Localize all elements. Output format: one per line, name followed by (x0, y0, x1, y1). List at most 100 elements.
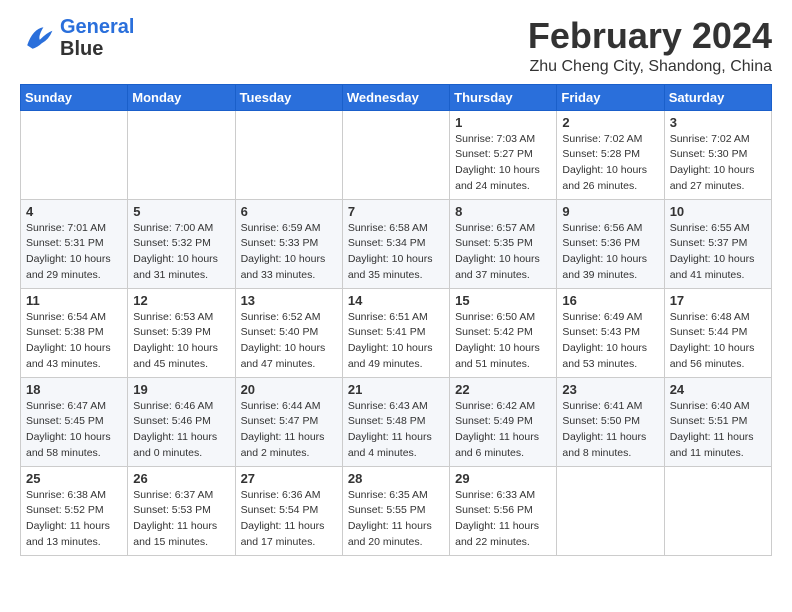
calendar-cell: 8 Sunrise: 6:57 AMSunset: 5:35 PMDaylight… (450, 199, 557, 288)
day-info: Sunrise: 7:00 AMSunset: 5:32 PMDaylight:… (133, 221, 229, 284)
day-info: Sunrise: 6:56 AMSunset: 5:36 PMDaylight:… (562, 221, 658, 284)
weekday-header-sunday: Sunday (21, 84, 128, 110)
calendar-cell: 10 Sunrise: 6:55 AMSunset: 5:37 PMDayligh… (664, 199, 771, 288)
calendar-cell: 29 Sunrise: 6:33 AMSunset: 5:56 PMDayligh… (450, 466, 557, 555)
day-info: Sunrise: 6:41 AMSunset: 5:50 PMDaylight:… (562, 399, 658, 462)
calendar-cell: 15Sunrise: 6:50 AMSunset: 5:42 PMDayligh… (450, 288, 557, 377)
day-number: 24 (670, 382, 766, 397)
calendar-cell (128, 110, 235, 199)
day-number: 10 (670, 204, 766, 219)
calendar-cell: 22 Sunrise: 6:42 AMSunset: 5:49 PMDayligh… (450, 377, 557, 466)
day-info: Sunrise: 7:01 AMSunset: 5:31 PMDaylight:… (26, 221, 122, 284)
day-number: 23 (562, 382, 658, 397)
day-number: 3 (670, 115, 766, 130)
calendar-cell: 25 Sunrise: 6:38 AMSunset: 5:52 PMDayligh… (21, 466, 128, 555)
day-number: 21 (348, 382, 444, 397)
weekday-header-wednesday: Wednesday (342, 84, 449, 110)
calendar-cell: 19 Sunrise: 6:46 AMSunset: 5:46 PMDayligh… (128, 377, 235, 466)
calendar-cell: 17 Sunrise: 6:48 AMSunset: 5:44 PMDayligh… (664, 288, 771, 377)
day-number: 13 (241, 293, 337, 308)
calendar-body: 1 Sunrise: 7:03 AMSunset: 5:27 PMDaylight… (21, 110, 772, 555)
day-info: Sunrise: 6:37 AMSunset: 5:53 PMDaylight:… (133, 488, 229, 551)
calendar-cell: 9Sunrise: 6:56 AMSunset: 5:36 PMDaylight… (557, 199, 664, 288)
day-info: Sunrise: 6:33 AMSunset: 5:56 PMDaylight:… (455, 488, 551, 551)
day-number: 12 (133, 293, 229, 308)
day-info: Sunrise: 6:48 AMSunset: 5:44 PMDaylight:… (670, 310, 766, 373)
calendar-cell: 18 Sunrise: 6:47 AMSunset: 5:45 PMDayligh… (21, 377, 128, 466)
calendar-cell: 12 Sunrise: 6:53 AMSunset: 5:39 PMDayligh… (128, 288, 235, 377)
calendar-cell: 16 Sunrise: 6:49 AMSunset: 5:43 PMDayligh… (557, 288, 664, 377)
day-number: 19 (133, 382, 229, 397)
day-number: 5 (133, 204, 229, 219)
day-info: Sunrise: 6:58 AMSunset: 5:34 PMDaylight:… (348, 221, 444, 284)
day-number: 15 (455, 293, 551, 308)
day-info: Sunrise: 6:54 AMSunset: 5:38 PMDaylight:… (26, 310, 122, 373)
day-number: 17 (670, 293, 766, 308)
calendar-cell (342, 110, 449, 199)
weekday-header-monday: Monday (128, 84, 235, 110)
calendar-cell: 23 Sunrise: 6:41 AMSunset: 5:50 PMDayligh… (557, 377, 664, 466)
day-info: Sunrise: 7:02 AMSunset: 5:28 PMDaylight:… (562, 132, 658, 195)
calendar-table: SundayMondayTuesdayWednesdayThursdayFrid… (20, 84, 772, 556)
day-number: 14 (348, 293, 444, 308)
calendar-week-row: 25 Sunrise: 6:38 AMSunset: 5:52 PMDayligh… (21, 466, 772, 555)
calendar-cell: 27Sunrise: 6:36 AMSunset: 5:54 PMDayligh… (235, 466, 342, 555)
day-number: 29 (455, 471, 551, 486)
day-number: 8 (455, 204, 551, 219)
calendar-cell: 6 Sunrise: 6:59 AMSunset: 5:33 PMDaylight… (235, 199, 342, 288)
weekday-header-tuesday: Tuesday (235, 84, 342, 110)
day-info: Sunrise: 6:55 AMSunset: 5:37 PMDaylight:… (670, 221, 766, 284)
logo: General Blue (20, 16, 134, 60)
calendar-cell: 3 Sunrise: 7:02 AMSunset: 5:30 PMDaylight… (664, 110, 771, 199)
day-number: 1 (455, 115, 551, 130)
day-number: 2 (562, 115, 658, 130)
day-number: 16 (562, 293, 658, 308)
day-info: Sunrise: 6:59 AMSunset: 5:33 PMDaylight:… (241, 221, 337, 284)
calendar-cell: 28Sunrise: 6:35 AMSunset: 5:55 PMDayligh… (342, 466, 449, 555)
weekday-header-friday: Friday (557, 84, 664, 110)
calendar-cell: 7 Sunrise: 6:58 AMSunset: 5:34 PMDaylight… (342, 199, 449, 288)
calendar-cell: 26 Sunrise: 6:37 AMSunset: 5:53 PMDayligh… (128, 466, 235, 555)
calendar-cell (664, 466, 771, 555)
calendar-cell: 20Sunrise: 6:44 AMSunset: 5:47 PMDayligh… (235, 377, 342, 466)
day-number: 22 (455, 382, 551, 397)
calendar-week-row: 18 Sunrise: 6:47 AMSunset: 5:45 PMDayligh… (21, 377, 772, 466)
weekday-header-row: SundayMondayTuesdayWednesdayThursdayFrid… (21, 84, 772, 110)
calendar-week-row: 1 Sunrise: 7:03 AMSunset: 5:27 PMDaylight… (21, 110, 772, 199)
day-number: 7 (348, 204, 444, 219)
day-info: Sunrise: 6:47 AMSunset: 5:45 PMDaylight:… (26, 399, 122, 462)
day-number: 18 (26, 382, 122, 397)
calendar-cell: 24Sunrise: 6:40 AMSunset: 5:51 PMDayligh… (664, 377, 771, 466)
calendar-cell: 13 Sunrise: 6:52 AMSunset: 5:40 PMDayligh… (235, 288, 342, 377)
day-number: 25 (26, 471, 122, 486)
day-info: Sunrise: 6:42 AMSunset: 5:49 PMDaylight:… (455, 399, 551, 462)
day-info: Sunrise: 6:49 AMSunset: 5:43 PMDaylight:… (562, 310, 658, 373)
day-info: Sunrise: 6:38 AMSunset: 5:52 PMDaylight:… (26, 488, 122, 551)
page-header: General Blue February 2024 Zhu Cheng Cit… (20, 16, 772, 76)
day-info: Sunrise: 6:51 AMSunset: 5:41 PMDaylight:… (348, 310, 444, 373)
calendar-week-row: 11 Sunrise: 6:54 AMSunset: 5:38 PMDayligh… (21, 288, 772, 377)
weekday-header-thursday: Thursday (450, 84, 557, 110)
day-info: Sunrise: 7:03 AMSunset: 5:27 PMDaylight:… (455, 132, 551, 195)
day-number: 28 (348, 471, 444, 486)
day-info: Sunrise: 6:44 AMSunset: 5:47 PMDaylight:… (241, 399, 337, 462)
calendar-cell: 11 Sunrise: 6:54 AMSunset: 5:38 PMDayligh… (21, 288, 128, 377)
day-info: Sunrise: 7:02 AMSunset: 5:30 PMDaylight:… (670, 132, 766, 195)
day-info: Sunrise: 6:46 AMSunset: 5:46 PMDaylight:… (133, 399, 229, 462)
month-year-title: February 2024 (528, 16, 772, 56)
calendar-cell (21, 110, 128, 199)
day-info: Sunrise: 6:57 AMSunset: 5:35 PMDaylight:… (455, 221, 551, 284)
day-number: 6 (241, 204, 337, 219)
day-number: 11 (26, 293, 122, 308)
day-number: 26 (133, 471, 229, 486)
day-number: 4 (26, 204, 122, 219)
day-info: Sunrise: 6:43 AMSunset: 5:48 PMDaylight:… (348, 399, 444, 462)
calendar-cell: 14 Sunrise: 6:51 AMSunset: 5:41 PMDayligh… (342, 288, 449, 377)
day-info: Sunrise: 6:53 AMSunset: 5:39 PMDaylight:… (133, 310, 229, 373)
title-area: February 2024 Zhu Cheng City, Shandong, … (528, 16, 772, 76)
logo-text: General Blue (60, 16, 134, 60)
calendar-cell: 4 Sunrise: 7:01 AMSunset: 5:31 PMDaylight… (21, 199, 128, 288)
logo-icon (20, 20, 56, 56)
calendar-cell: 21 Sunrise: 6:43 AMSunset: 5:48 PMDayligh… (342, 377, 449, 466)
day-info: Sunrise: 6:52 AMSunset: 5:40 PMDaylight:… (241, 310, 337, 373)
